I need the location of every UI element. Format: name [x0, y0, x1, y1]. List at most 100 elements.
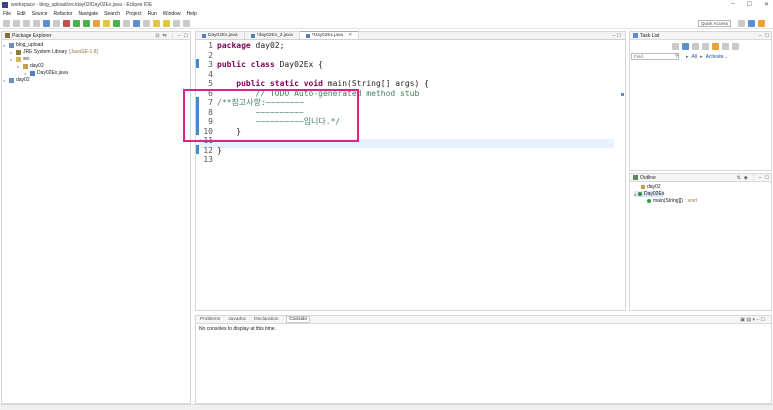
overview-ruler-marker[interactable]: [621, 93, 624, 96]
code-line[interactable]: 13: [203, 155, 217, 165]
menu-source[interactable]: Source: [32, 11, 48, 17]
tab-day02ex-2-java[interactable]: *day02Ex_2.java: [245, 32, 300, 39]
outline-item-package[interactable]: day02: [641, 184, 661, 190]
twisty-icon[interactable]: v: [10, 57, 14, 62]
minimize-view-icon[interactable]: –: [759, 175, 762, 181]
new-task-icon[interactable]: [672, 43, 679, 50]
java-perspective-icon[interactable]: [748, 20, 755, 27]
toggle-mark-icon[interactable]: [143, 19, 150, 27]
twisty-icon[interactable]: v: [634, 192, 636, 197]
sort-icon[interactable]: ⇅: [737, 175, 741, 181]
outline-item-class[interactable]: v Day02Ex: [634, 191, 665, 197]
back-icon[interactable]: [173, 19, 180, 27]
tree-item-src[interactable]: v src: [10, 56, 30, 62]
minimize-button[interactable]: –: [731, 1, 734, 8]
debug-perspective-icon[interactable]: [758, 20, 765, 27]
open-type-icon[interactable]: [123, 19, 130, 27]
menu-refactor[interactable]: Refactor: [54, 11, 73, 17]
outline-title[interactable]: Outline: [640, 175, 656, 181]
forward-icon[interactable]: [183, 19, 190, 27]
collapse-all-icon[interactable]: ⊟: [155, 33, 159, 39]
menu-search[interactable]: Search: [104, 11, 120, 17]
quick-access-field[interactable]: Quick Access: [698, 20, 731, 27]
tab-javadoc[interactable]: Javadoc: [228, 317, 246, 322]
debug-icon[interactable]: [63, 19, 70, 27]
open-perspective-icon[interactable]: [738, 20, 745, 27]
code-line[interactable]: 1 package day02;: [203, 41, 284, 51]
tree-item-day02ex-java[interactable]: > Day02Ex.java: [24, 70, 68, 76]
menu-navigate[interactable]: Navigate: [78, 11, 98, 17]
next-annotation-icon[interactable]: [153, 19, 160, 27]
code-line[interactable]: 2: [203, 51, 217, 61]
new-package-icon[interactable]: [103, 19, 110, 27]
view-menu-icon[interactable]: ⋮: [751, 175, 756, 181]
search-icon[interactable]: [133, 19, 140, 27]
twisty-icon[interactable]: >: [3, 78, 7, 83]
link-editor-icon[interactable]: ⇆: [163, 33, 167, 39]
tree-item-jre[interactable]: > JRE System Library [JavaSE-1.8]: [10, 49, 98, 55]
categorize-icon[interactable]: [682, 43, 689, 50]
tree-item-blog-upload[interactable]: v blog_upload: [3, 42, 43, 48]
close-tab-icon[interactable]: ✕: [348, 33, 352, 38]
terminal-icon[interactable]: [43, 19, 50, 27]
view-menu-icon[interactable]: ⋮: [170, 33, 175, 39]
console-toolbar[interactable]: ▣ ▤ ▾ – ☐: [740, 317, 765, 323]
menu-window[interactable]: Window: [163, 11, 181, 17]
skip-breakpoints-icon[interactable]: [53, 19, 60, 27]
close-button[interactable]: ✕: [764, 1, 769, 8]
collapse-icon[interactable]: [722, 43, 729, 50]
tab-day02ex-java-active[interactable]: *Day02Ex.java ✕: [299, 31, 360, 39]
minimize-view-icon[interactable]: –: [178, 33, 181, 39]
tree-item-package-day02[interactable]: v day02: [17, 63, 44, 69]
view-menu-icon[interactable]: [732, 43, 739, 50]
twisty-icon[interactable]: v: [17, 64, 21, 69]
save-all-icon[interactable]: [23, 19, 30, 27]
code-line[interactable]: 12 }: [203, 146, 221, 156]
previous-annotation-icon[interactable]: [163, 19, 170, 27]
menu-edit[interactable]: Edit: [17, 11, 26, 17]
maximize-view-icon[interactable]: ☐: [765, 175, 769, 181]
outline-item-method[interactable]: main(String[]) : void: [647, 198, 697, 204]
code-line[interactable]: 4: [203, 70, 217, 80]
editor-minimize-icon[interactable]: – ☐: [612, 33, 621, 39]
sync-icon[interactable]: [712, 43, 719, 50]
menu-project[interactable]: Project: [126, 11, 142, 17]
run-icon[interactable]: [73, 19, 80, 27]
new-class-icon[interactable]: [113, 19, 120, 27]
code-line[interactable]: 3 public class Day02Ex {: [203, 60, 323, 70]
tab-day02ex-java[interactable]: Day02Ex.java: [196, 32, 245, 39]
new-icon[interactable]: [3, 19, 10, 27]
package-explorer-header: Package Explorer ⊟ ⇆ ⋮ – ☐: [2, 32, 190, 40]
focus-icon[interactable]: [702, 43, 709, 50]
play-icon: ▸: [700, 54, 703, 60]
coverage-icon[interactable]: [83, 19, 90, 27]
tree-item-day02-project[interactable]: > day02: [3, 77, 30, 83]
activate-link[interactable]: Activate...: [706, 54, 728, 60]
new-java-project-icon[interactable]: [93, 19, 100, 27]
twisty-icon[interactable]: >: [10, 50, 14, 55]
minimize-view-icon[interactable]: –: [759, 33, 762, 39]
twisty-icon[interactable]: >: [24, 71, 28, 76]
package-explorer-title[interactable]: Package Explorer: [12, 33, 51, 39]
maximize-button[interactable]: ☐: [747, 1, 752, 8]
save-icon[interactable]: [13, 19, 20, 27]
maximize-view-icon[interactable]: ☐: [765, 33, 769, 39]
menu-run[interactable]: Run: [148, 11, 157, 17]
tab-console[interactable]: Console: [286, 316, 311, 323]
task-list-title[interactable]: Task List: [640, 33, 659, 39]
code-line[interactable]: 5 public static void main(String[] args)…: [203, 79, 429, 89]
task-search-input[interactable]: Find: [631, 53, 679, 60]
menu-file[interactable]: File: [3, 11, 11, 17]
search-icon[interactable]: ⚲: [675, 53, 679, 59]
maximize-view-icon[interactable]: ☐: [184, 33, 188, 39]
eclipse-logo-icon: [2, 2, 8, 8]
tab-declaration[interactable]: Declaration: [254, 317, 278, 322]
print-icon[interactable]: [33, 19, 40, 27]
twisty-icon[interactable]: v: [3, 43, 7, 48]
editor-tab-bar: Day02Ex.java *day02Ex_2.java *Day02Ex.ja…: [196, 31, 625, 40]
tab-problems[interactable]: Problems: [200, 317, 220, 322]
hide-fields-icon[interactable]: ◆: [744, 175, 748, 181]
menu-help[interactable]: Help: [187, 11, 197, 17]
all-link[interactable]: All: [692, 54, 698, 60]
filter-icon[interactable]: [692, 43, 699, 50]
